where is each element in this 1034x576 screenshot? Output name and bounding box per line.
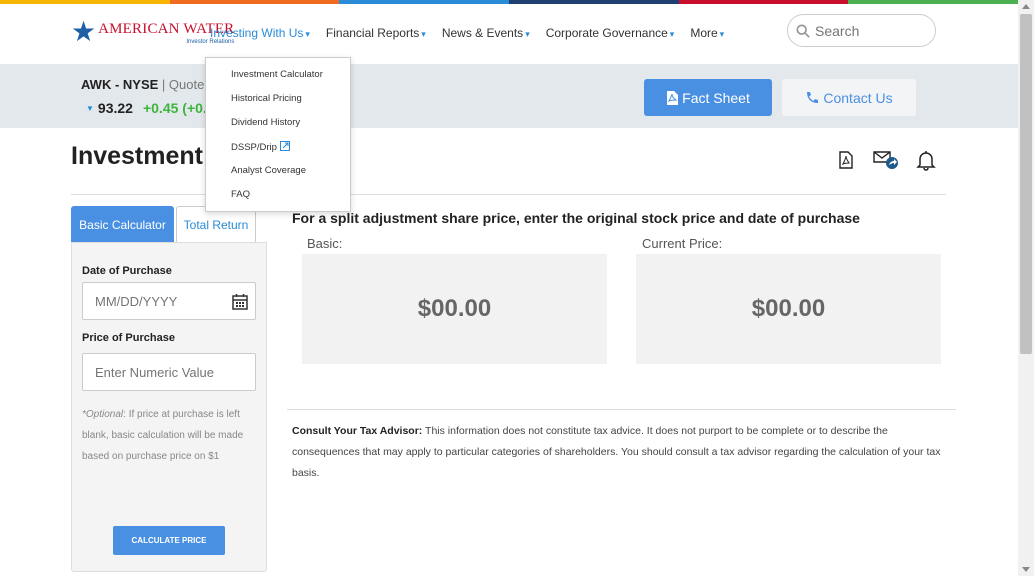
nav-news-events[interactable]: News & Events ▾ bbox=[442, 26, 530, 40]
scroll-down-arrow-icon[interactable] bbox=[1022, 567, 1030, 572]
external-link-icon bbox=[279, 141, 290, 151]
pdf-download-icon[interactable] bbox=[832, 148, 860, 172]
nav-label: News & Events bbox=[441, 26, 524, 40]
nav-investing-with-us[interactable]: Investing With Us ▾ bbox=[210, 26, 310, 40]
date-of-purchase-label: Date of Purchase bbox=[82, 265, 172, 277]
stock-price: ▼ 93.22 +0.45 (+0. bbox=[86, 100, 207, 116]
calendar-icon[interactable] bbox=[232, 293, 248, 310]
chevron-down-icon: ▾ bbox=[719, 29, 725, 39]
disclaimer-lead: Consult Your Tax Advisor: bbox=[292, 425, 423, 437]
triangle-down-icon: ▼ bbox=[86, 103, 94, 113]
current-price-label: Current Price: bbox=[642, 236, 723, 251]
search-box bbox=[787, 14, 936, 47]
menu-item-label: DSSP/Drip bbox=[231, 142, 277, 153]
stock-ticker: AWK - NYSE | Quote de bbox=[81, 77, 222, 92]
nav-corporate-governance[interactable]: Corporate Governance ▾ bbox=[546, 26, 675, 40]
chevron-down-icon: ▾ bbox=[669, 29, 675, 39]
top-navigation: ★ AMERICAN WATER Investor Relations Inve… bbox=[0, 4, 1018, 64]
current-price-value: $00.00 bbox=[751, 295, 826, 322]
page-tools bbox=[832, 148, 952, 172]
fact-sheet-button[interactable]: Fact Sheet bbox=[644, 79, 772, 116]
nav-label: Corporate Governance bbox=[545, 26, 668, 40]
page-scrollbar[interactable] bbox=[1018, 0, 1034, 576]
price-change: +0.45 (+0. bbox=[142, 100, 207, 116]
scroll-up-arrow-icon[interactable] bbox=[1022, 4, 1030, 9]
divider bbox=[71, 194, 946, 195]
optional-note: *Optional: If price at purchase is left … bbox=[82, 404, 258, 467]
bell-alert-icon[interactable] bbox=[912, 148, 940, 172]
price-of-purchase-label: Price of Purchase bbox=[82, 332, 175, 344]
phone-icon bbox=[807, 91, 819, 103]
menu-item-faq[interactable]: FAQ bbox=[231, 189, 250, 200]
search-icon bbox=[796, 23, 810, 38]
basic-result-label: Basic: bbox=[307, 236, 343, 251]
star-icon: ★ bbox=[71, 16, 97, 47]
scroll-thumb[interactable] bbox=[1020, 14, 1032, 354]
calculate-price-button[interactable]: CALCULATE PRICE bbox=[113, 526, 225, 555]
nav-label: Financial Reports bbox=[325, 26, 420, 40]
chevron-down-icon: ▾ bbox=[421, 29, 426, 39]
stock-quote-bar: AWK - NYSE | Quote de ▼ 93.22 +0.45 (+0.… bbox=[0, 64, 1018, 128]
menu-item-dssp-drip[interactable]: DSSP/Drip bbox=[231, 141, 290, 153]
contact-us-button[interactable]: Contact Us bbox=[782, 79, 916, 116]
email-share-icon[interactable] bbox=[872, 148, 900, 172]
menu-item-historical-pricing[interactable]: Historical Pricing bbox=[231, 93, 302, 104]
menu-item-analyst-coverage[interactable]: Analyst Coverage bbox=[231, 165, 306, 176]
pdf-file-icon bbox=[839, 151, 853, 169]
tax-disclaimer: Consult Your Tax Advisor: This informati… bbox=[292, 421, 952, 484]
contact-us-label: Contact Us bbox=[823, 89, 893, 106]
nav-label: Investing With Us bbox=[210, 26, 304, 40]
price-value: 93.22 bbox=[97, 100, 133, 116]
investing-dropdown-menu: Investment Calculator Historical Pricing… bbox=[205, 57, 351, 212]
menu-item-investment-calculator[interactable]: Investment Calculator bbox=[231, 69, 323, 80]
nav-label: More bbox=[690, 26, 718, 40]
current-price-box: $00.00 bbox=[636, 254, 941, 364]
fact-sheet-label: Fact Sheet bbox=[682, 89, 750, 106]
nav-financial-reports[interactable]: Financial Reports ▾ bbox=[326, 26, 426, 40]
menu-item-dividend-history[interactable]: Dividend History bbox=[231, 117, 300, 128]
date-of-purchase-input[interactable] bbox=[83, 283, 255, 319]
main-nav: Investing With Us ▾ Financial Reports ▾ Ne… bbox=[210, 26, 740, 40]
split-instruction: For a split adjustment share price, ente… bbox=[292, 210, 860, 226]
envelope-share-icon bbox=[873, 151, 898, 169]
basic-result-box: $00.00 bbox=[302, 254, 607, 364]
pdf-icon bbox=[667, 90, 679, 105]
nav-more[interactable]: More ▾ bbox=[690, 26, 724, 40]
search-input[interactable] bbox=[815, 22, 925, 39]
ticker-symbol: AWK - NYSE bbox=[81, 77, 159, 92]
tab-basic-calculator[interactable]: Basic Calculator bbox=[71, 206, 174, 243]
note-optional-label: *Optional bbox=[82, 409, 124, 420]
basic-result-value: $00.00 bbox=[417, 295, 492, 322]
date-field bbox=[82, 282, 256, 320]
price-field bbox=[82, 353, 256, 391]
chevron-down-icon: ▾ bbox=[525, 29, 530, 39]
divider bbox=[287, 409, 956, 410]
chevron-down-icon: ▾ bbox=[305, 29, 310, 39]
bell-icon bbox=[916, 151, 936, 171]
price-of-purchase-input[interactable] bbox=[83, 354, 255, 390]
